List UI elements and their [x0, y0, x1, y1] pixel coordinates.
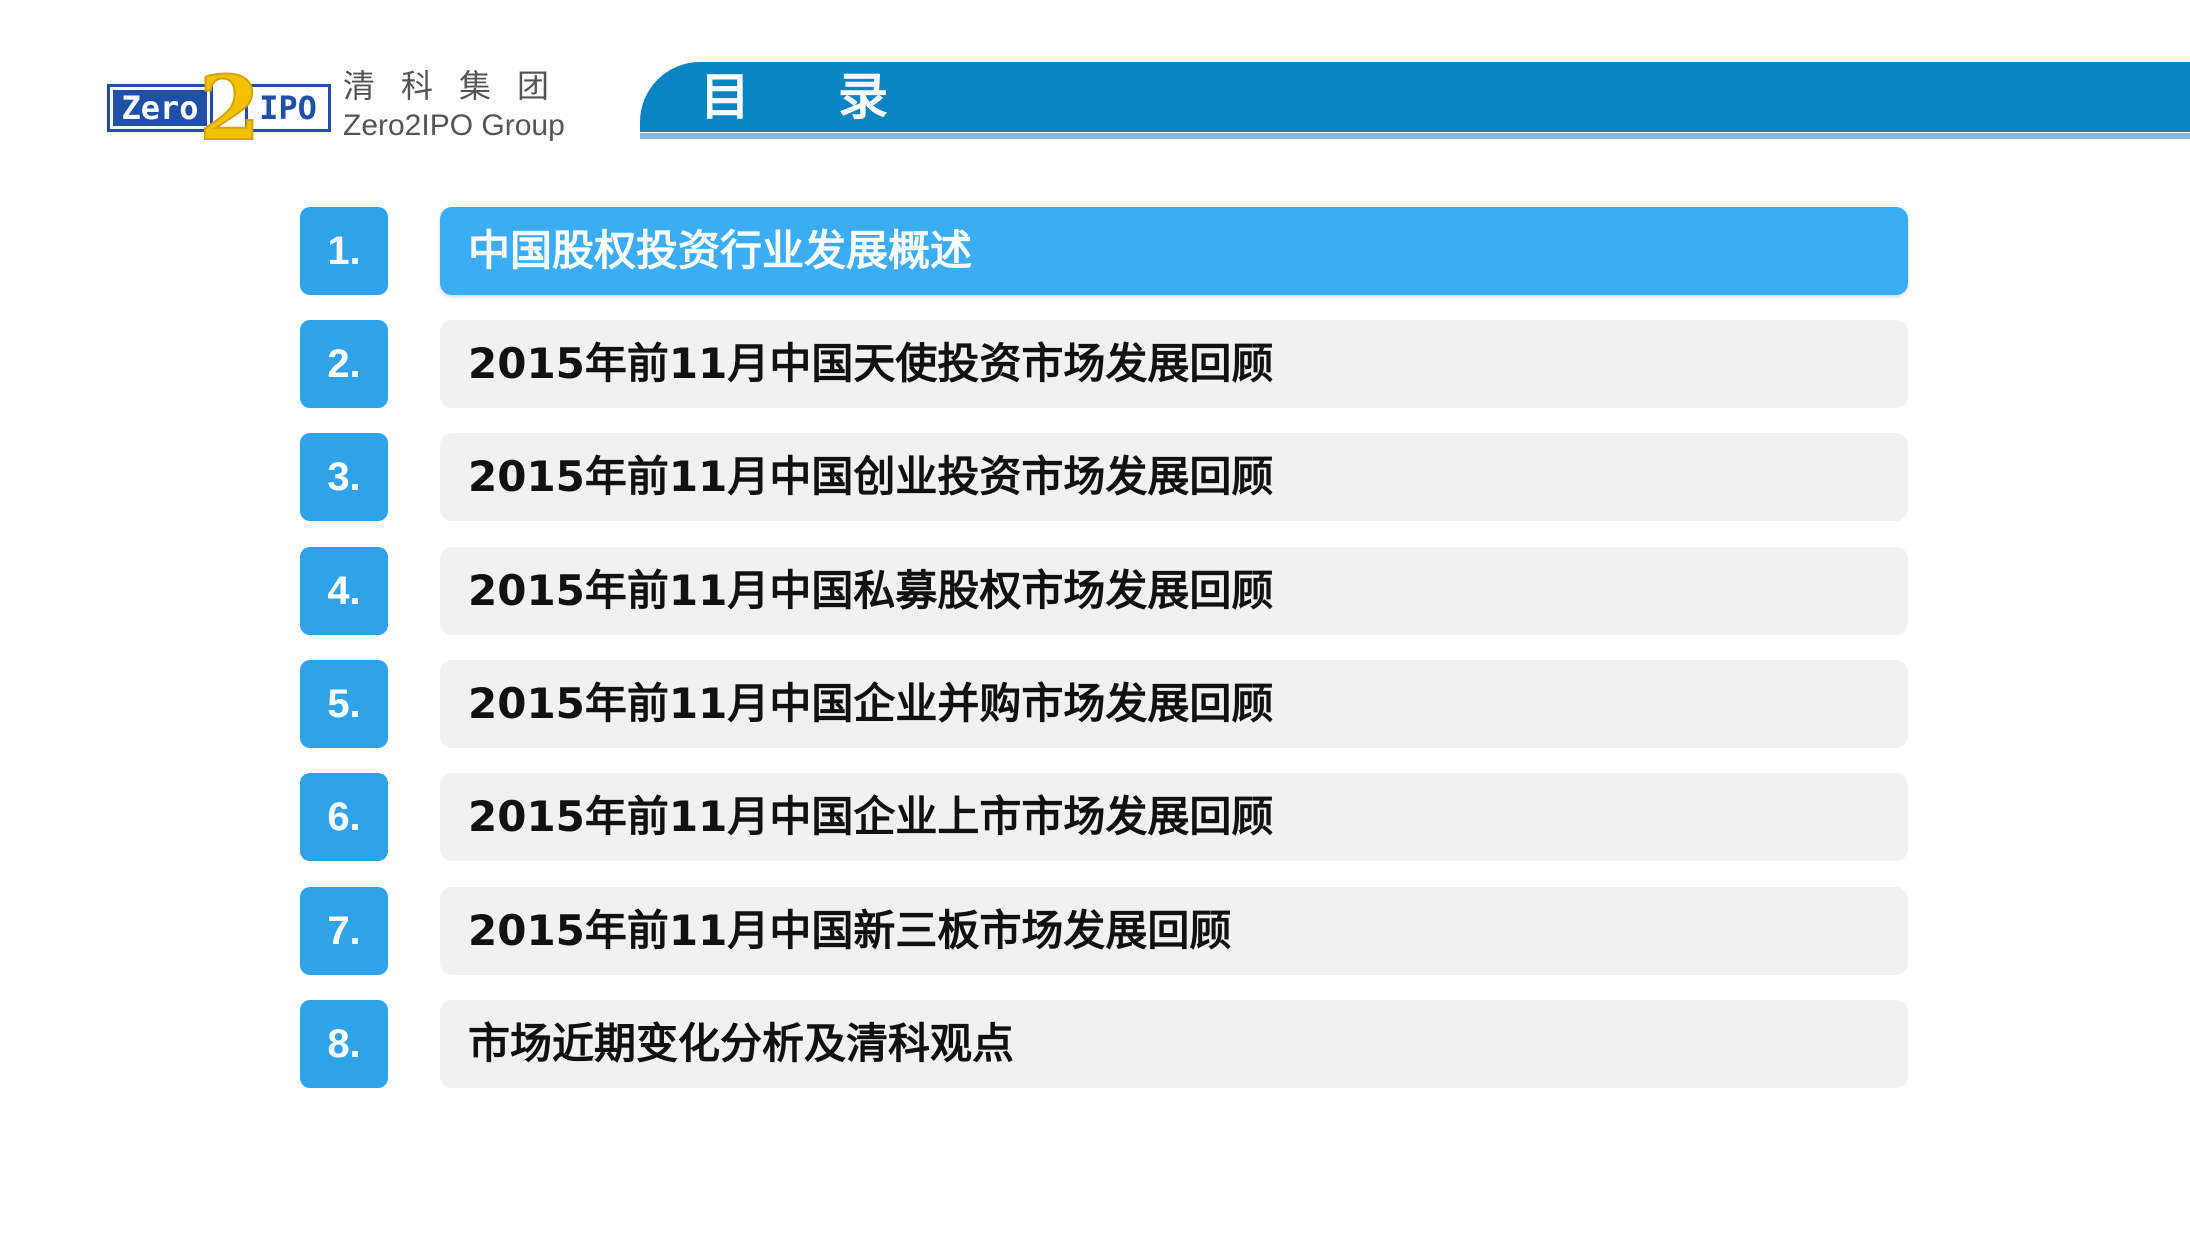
toc-item-6[interactable]: 6. 2015年前11月中国企业上市市场发展回顾 [300, 771, 1910, 861]
toc-item-3[interactable]: 3. 2015年前11月中国创业投资市场发展回顾 [300, 431, 1910, 521]
toc-label: 2015年前11月中国企业上市市场发展回顾 [440, 773, 1908, 861]
toc-number-badge: 7. [300, 887, 388, 975]
toc-label: 2015年前11月中国新三板市场发展回顾 [440, 887, 1908, 975]
toc-number-badge: 8. [300, 1000, 388, 1088]
toc-item-5[interactable]: 5. 2015年前11月中国企业并购市场发展回顾 [300, 658, 1910, 748]
toc-label: 中国股权投资行业发展概述 [440, 207, 1908, 295]
toc-item-1[interactable]: 1. 中国股权投资行业发展概述 [300, 205, 1910, 295]
toc-item-8[interactable]: 8. 市场近期变化分析及清科观点 [300, 998, 1910, 1088]
toc-number-badge: 3. [300, 433, 388, 521]
toc-number-badge: 2. [300, 320, 388, 408]
toc-number-badge: 1. [300, 207, 388, 295]
company-logo: Zero IPO 2 清科集团 Zero2IPO Group [107, 62, 577, 153]
logo-chinese-name: 清科集团 [343, 67, 576, 105]
logo-two-digit: 2 [198, 56, 261, 160]
toc-item-2[interactable]: 2. 2015年前11月中国天使投资市场发展回顾 [300, 318, 1910, 408]
zero2ipo-logo-mark: Zero IPO 2 [107, 63, 331, 153]
toc-item-4[interactable]: 4. 2015年前11月中国私募股权市场发展回顾 [300, 545, 1910, 635]
toc-label: 2015年前11月中国私募股权市场发展回顾 [440, 547, 1908, 635]
toc-number-badge: 6. [300, 773, 388, 861]
toc-label: 2015年前11月中国企业并购市场发展回顾 [440, 660, 1908, 748]
toc-number-badge: 5. [300, 660, 388, 748]
logo-zero-text: Zero [107, 84, 213, 132]
toc-number-badge: 4. [300, 547, 388, 635]
slide: Zero IPO 2 清科集团 Zero2IPO Group 目录 1. 中国股… [0, 0, 2190, 1238]
page-title: 目录 [700, 68, 976, 126]
toc-item-7[interactable]: 7. 2015年前11月中国新三板市场发展回顾 [300, 885, 1910, 975]
toc-label: 2015年前11月中国天使投资市场发展回顾 [440, 320, 1908, 408]
toc-label: 2015年前11月中国创业投资市场发展回顾 [440, 433, 1908, 521]
toc-label: 市场近期变化分析及清科观点 [440, 1000, 1908, 1088]
header-underline [640, 133, 2190, 139]
logo-english-name: Zero2IPO Group [343, 109, 565, 142]
